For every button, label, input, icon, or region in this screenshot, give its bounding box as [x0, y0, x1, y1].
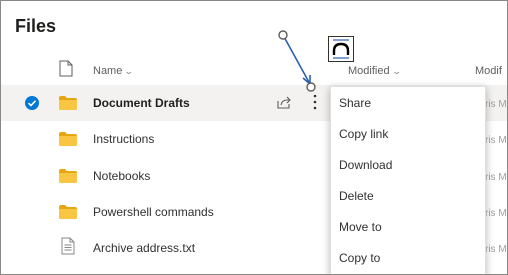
folder-icon — [59, 96, 77, 115]
document-icon — [61, 237, 75, 260]
column-header-modified-label: Modified — [348, 65, 390, 77]
row-name[interactable]: Document Drafts — [93, 96, 190, 110]
column-header-name-label: Name — [93, 65, 123, 77]
row-name[interactable]: Archive address.txt — [93, 241, 195, 255]
column-header-modified[interactable]: Modified⌄ — [348, 65, 402, 77]
context-menu: Share Copy link Download Delete Move to … — [330, 86, 486, 274]
menu-item-download[interactable]: Download — [331, 149, 485, 179]
column-header-name[interactable]: Name⌄ — [93, 65, 135, 77]
menu-item-label: Delete — [339, 189, 374, 203]
share-icon[interactable] — [276, 94, 292, 115]
chevron-down-icon: ⌄ — [391, 66, 402, 76]
menu-item-delete[interactable]: Delete — [331, 180, 485, 210]
row-modified-by: ris M — [485, 135, 507, 146]
menu-item-label: Copy to — [339, 251, 381, 265]
check-circle-icon[interactable] — [24, 95, 40, 116]
arc-cursor-icon — [328, 36, 354, 62]
menu-item-move-to[interactable]: Move to — [331, 211, 485, 241]
column-header-modified-by[interactable]: Modif — [475, 65, 502, 77]
more-vertical-icon[interactable] — [311, 93, 319, 116]
folder-icon — [59, 205, 77, 224]
row-modified-by: ris M — [485, 208, 507, 219]
page-title: Files — [15, 16, 57, 36]
row-modified-by: ris M — [485, 172, 507, 183]
row-name[interactable]: Notebooks — [93, 169, 150, 183]
row-modified-by: ris M — [485, 99, 507, 110]
chevron-down-icon: ⌄ — [123, 66, 135, 76]
folder-icon — [59, 169, 77, 188]
folder-icon — [59, 132, 77, 151]
menu-item-label: Share — [339, 96, 372, 110]
menu-item-label: Move to — [339, 220, 382, 234]
row-modified-by: ris M — [485, 244, 507, 255]
menu-item-label: Download — [339, 158, 393, 172]
menu-item-copy-to[interactable]: Copy to — [331, 242, 485, 272]
menu-item-label: Copy link — [339, 127, 389, 141]
file-type-header-icon[interactable] — [59, 60, 73, 82]
files-panel: Files Name⌄ Modified⌄ Modif Document Dra… — [0, 0, 508, 275]
menu-item-copy-link[interactable]: Copy link — [331, 118, 485, 148]
row-name[interactable]: Powershell commands — [93, 205, 214, 219]
column-header-row: Name⌄ Modified⌄ Modif — [1, 57, 507, 85]
row-name[interactable]: Instructions — [93, 132, 154, 146]
menu-item-share[interactable]: Share — [331, 87, 485, 117]
